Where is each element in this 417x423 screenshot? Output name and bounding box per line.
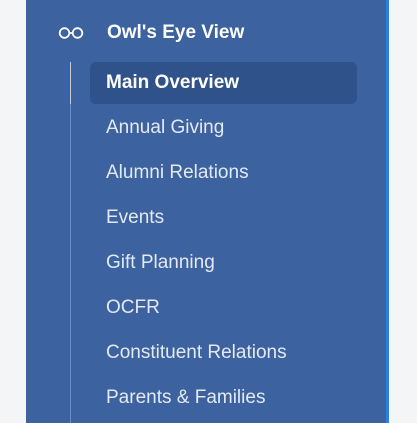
sidebar-item-annual-giving[interactable]: Annual Giving [90, 107, 357, 149]
section-header-owls-eye-view[interactable]: Owl's Eye View [26, 12, 386, 54]
section-title: Owl's Eye View [107, 22, 245, 43]
sidebar-item-constituent-relations[interactable]: Constituent Relations [90, 332, 357, 374]
sidebar-item-ocfr[interactable]: OCFR [90, 287, 357, 329]
tree-guide-line [70, 62, 71, 423]
sidebar-nav-list: Main Overview Annual Giving Alumni Relat… [90, 62, 357, 422]
sidebar-item-gift-planning[interactable]: Gift Planning [90, 242, 357, 284]
sidebar-item-alumni-relations[interactable]: Alumni Relations [90, 152, 357, 194]
sidebar-item-events[interactable]: Events [90, 197, 357, 239]
sidebar: Owl's Eye View Main Overview Annual Givi… [26, 0, 386, 423]
tree-guide-line-active [70, 62, 71, 104]
sidebar-edge-accent [386, 0, 389, 423]
sidebar-item-main-overview[interactable]: Main Overview [90, 62, 357, 104]
sidebar-item-parents-families[interactable]: Parents & Families [90, 377, 357, 419]
glasses-icon [58, 26, 84, 40]
